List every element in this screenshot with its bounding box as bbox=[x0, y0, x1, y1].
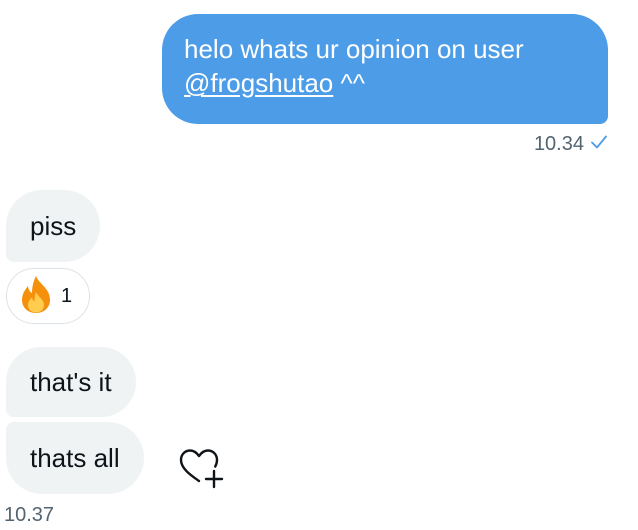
received-message-text: thats all bbox=[30, 443, 120, 473]
reaction-count: 1 bbox=[61, 284, 73, 307]
fire-emoji-icon bbox=[17, 274, 55, 319]
sent-timestamp: 10.34 bbox=[533, 133, 584, 155]
sent-message-text: helo whats ur opinion on user bbox=[184, 34, 524, 64]
reaction-pill[interactable]: 1 bbox=[6, 268, 90, 324]
add-reaction-button[interactable] bbox=[178, 447, 226, 491]
received-timestamp: 10.37 bbox=[4, 504, 55, 526]
sent-message-text-tail: ^^ bbox=[333, 68, 365, 98]
received-message-text: that's it bbox=[30, 367, 112, 397]
sent-message-meta: 10.34 bbox=[534, 132, 608, 156]
checkmark-icon bbox=[590, 132, 608, 156]
heart-plus-icon bbox=[178, 449, 226, 495]
sent-message-bubble[interactable]: helo whats ur opinion on user @frogshuta… bbox=[162, 14, 608, 124]
mention-link[interactable]: @frogshutao bbox=[184, 68, 333, 98]
received-message-bubble[interactable]: piss bbox=[6, 190, 101, 262]
received-message-bubble[interactable]: thats all bbox=[6, 422, 144, 494]
received-message-text: piss bbox=[30, 211, 77, 241]
received-message-bubble[interactable]: that's it bbox=[6, 347, 136, 417]
